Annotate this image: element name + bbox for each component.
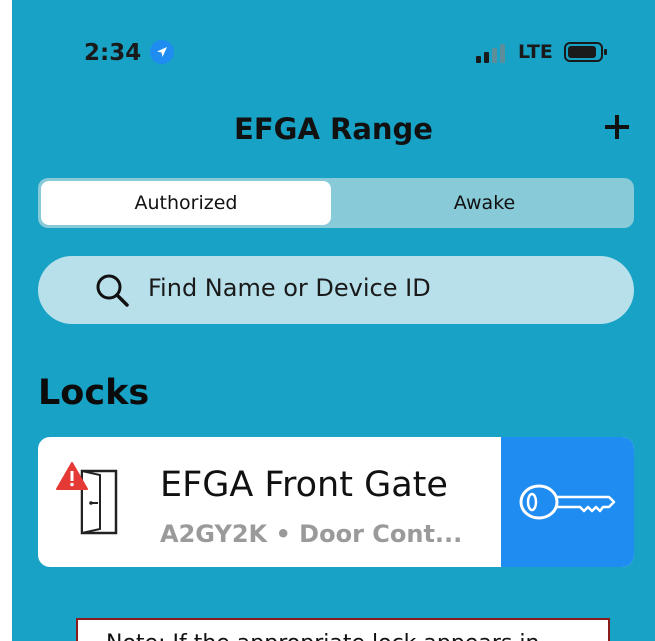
tab-authorized[interactable]: Authorized: [41, 181, 331, 225]
lock-subtitle: A2GY2K • Door Cont...: [160, 520, 463, 548]
search-icon: [96, 274, 129, 307]
section-title-locks: Locks: [38, 373, 150, 413]
battery-icon: [564, 42, 607, 62]
plus-icon[interactable]: [600, 110, 634, 144]
unlock-key-button[interactable]: [501, 437, 634, 567]
signal-icon: [476, 44, 505, 63]
lock-name: EFGA Front Gate: [160, 465, 448, 505]
phone-screen: 2:34 LTE EFGA Range Authorized Awake Fin…: [12, 0, 655, 641]
lock-list-item[interactable]: EFGA Front Gate A2GY2K • Door Cont...: [38, 437, 634, 567]
page-title: EFGA Range: [234, 112, 433, 146]
search-placeholder: Find Name or Device ID: [148, 274, 431, 302]
search-input[interactable]: Find Name or Device ID: [38, 256, 634, 324]
location-arrow-icon: [150, 40, 174, 64]
note-callout: Note: If the appropriate lock appears in: [76, 618, 610, 641]
note-text: Note: If the appropriate lock appears in: [106, 631, 539, 641]
tab-awake[interactable]: Awake: [338, 181, 631, 225]
segmented-control: Authorized Awake: [38, 178, 634, 228]
status-time: 2:34: [84, 40, 142, 66]
network-label: LTE: [518, 41, 553, 63]
warning-icon: [56, 462, 88, 490]
key-icon: [519, 484, 616, 520]
